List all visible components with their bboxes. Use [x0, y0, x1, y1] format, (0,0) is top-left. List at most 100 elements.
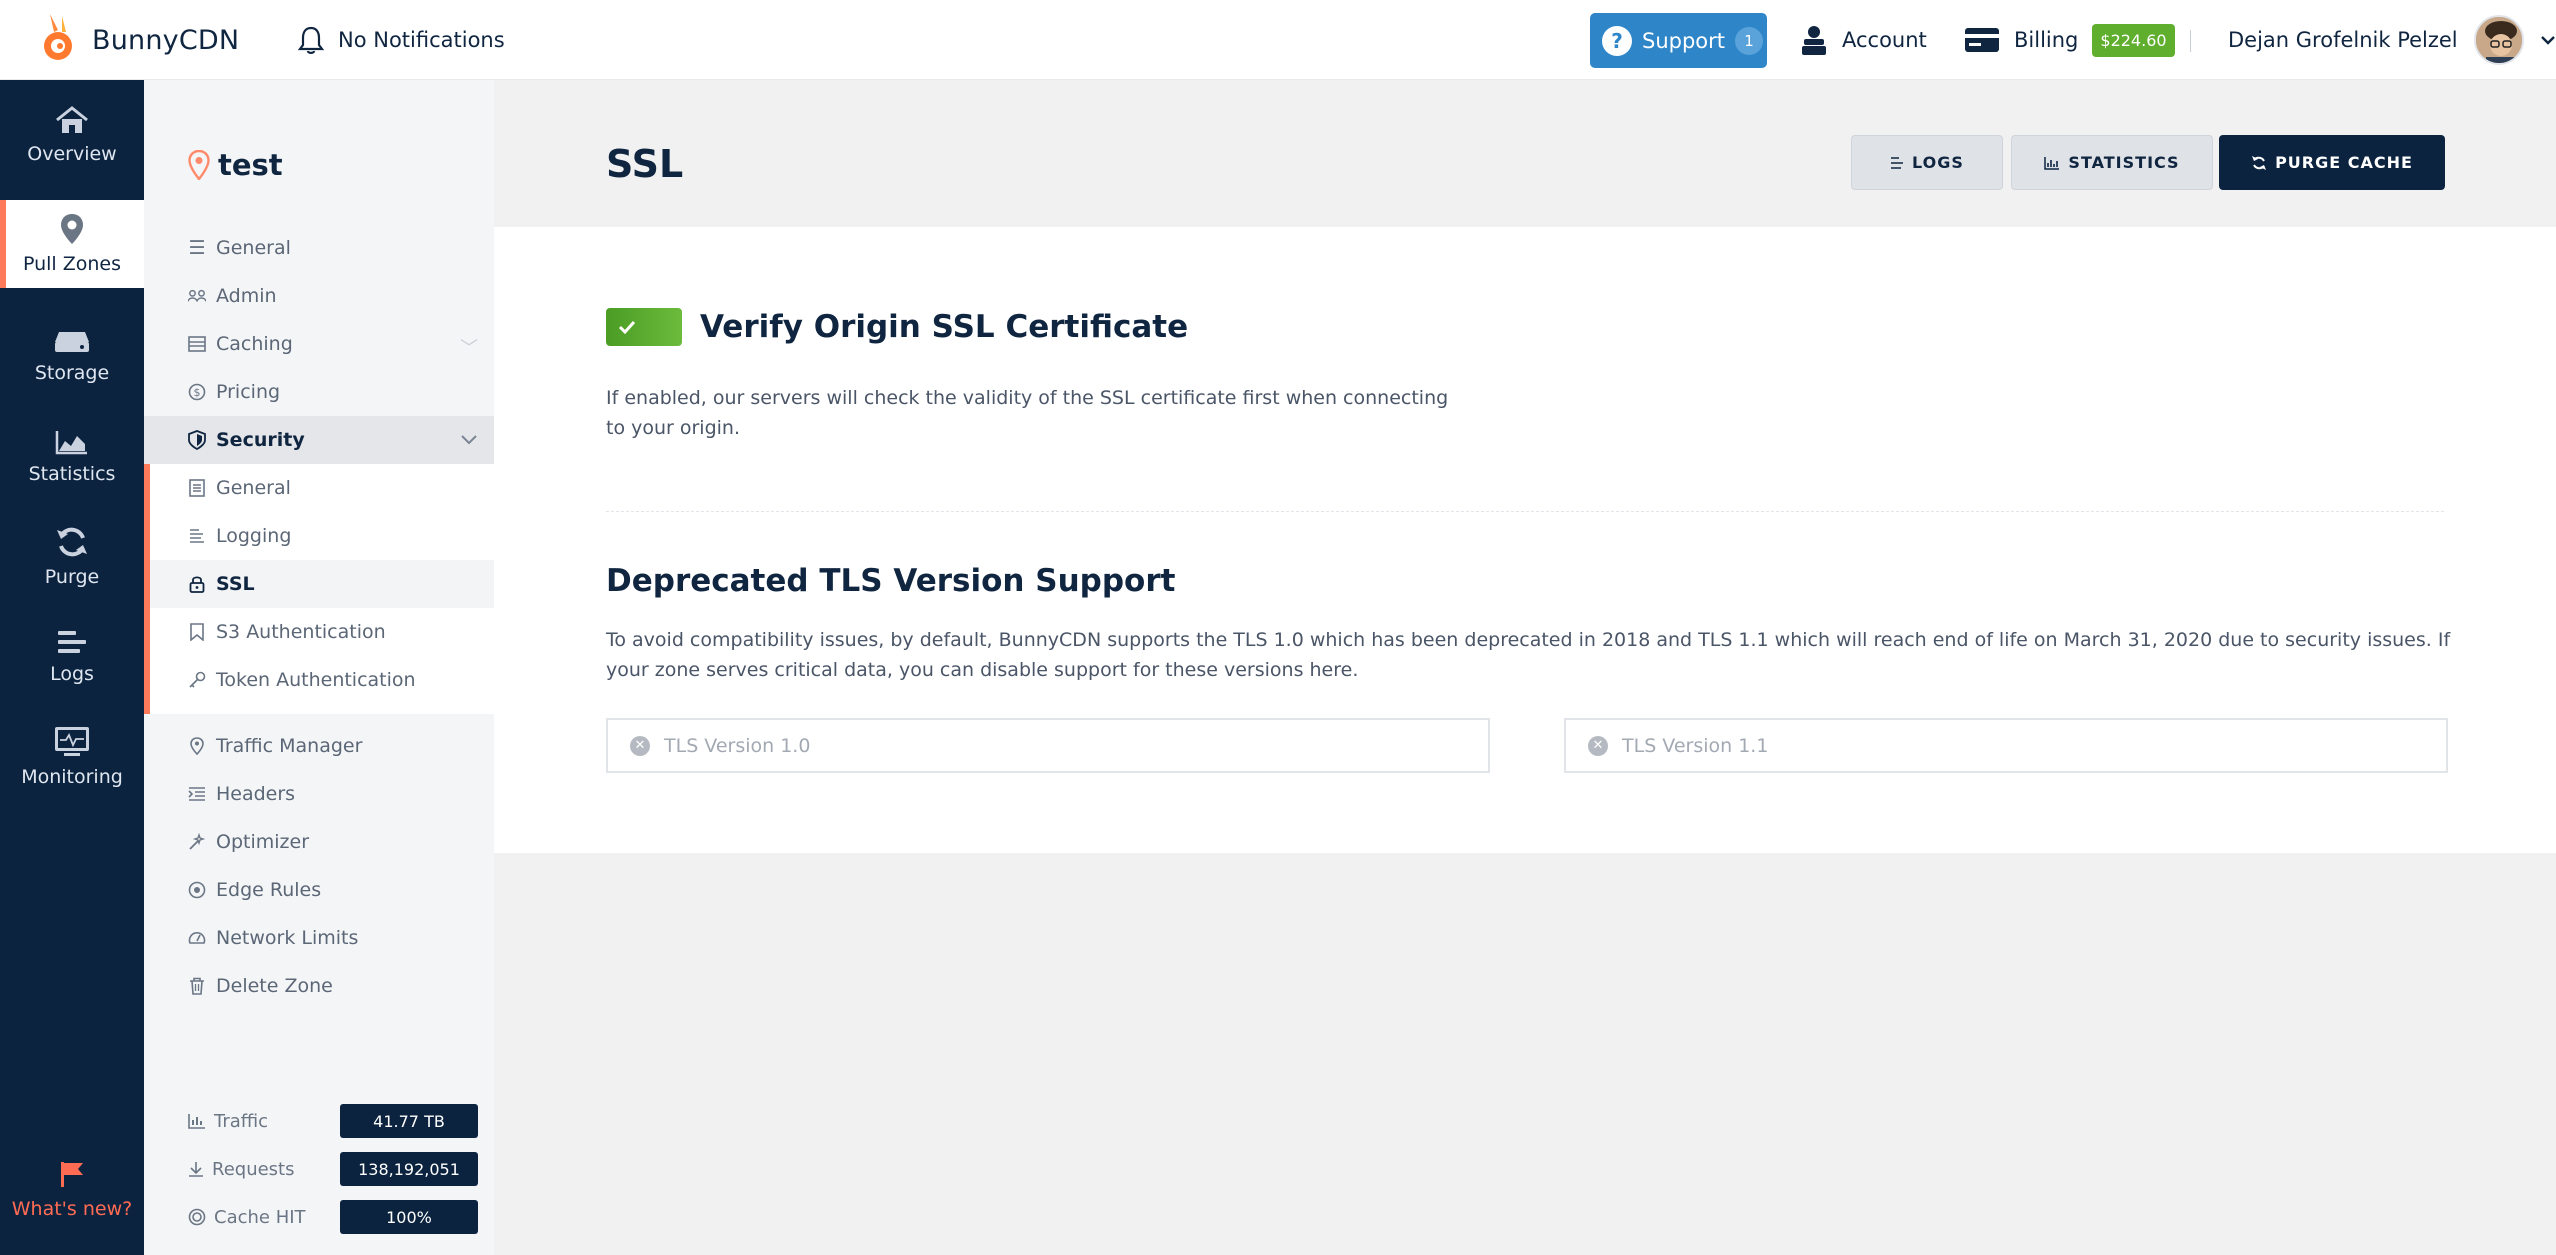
ssl-settings-panel: Verify Origin SSL Certificate If enabled…	[494, 227, 2556, 853]
checkmark-icon	[618, 320, 636, 334]
nav-overview[interactable]: Overview	[0, 90, 144, 180]
headers-icon	[188, 785, 206, 803]
notifications-label: No Notifications	[338, 28, 505, 52]
billing-link[interactable]: Billing $224.60	[1964, 20, 2175, 60]
sidebar-item-security[interactable]: Security	[144, 416, 494, 464]
sidebar-item-general[interactable]: ☰ General	[144, 224, 494, 272]
whats-new-label: What's new?	[11, 1198, 133, 1220]
deprecated-tls-description: To avoid compatibility issues, by defaul…	[606, 629, 2451, 681]
download-icon	[189, 1162, 203, 1177]
refresh-icon	[57, 527, 87, 557]
sidebar-item-label: Delete Zone	[216, 975, 333, 997]
statistics-button[interactable]: STATISTICS	[2011, 135, 2213, 190]
sidebar-item-label: Traffic Manager	[216, 735, 363, 757]
credit-card-icon	[1965, 28, 1999, 52]
sidebar-item-label: Admin	[216, 285, 277, 307]
log-icon	[188, 527, 206, 545]
purge-cache-button[interactable]: PURGE CACHE	[2219, 135, 2445, 190]
sidebar-item-label: S3 Authentication	[216, 621, 386, 643]
home-icon	[56, 106, 88, 133]
nav-storage[interactable]: Storage	[0, 312, 144, 402]
avatar	[2473, 15, 2524, 65]
support-button[interactable]: ? Support 1	[1590, 13, 1767, 68]
stat-cache-hit-value: 100%	[340, 1200, 478, 1234]
sidebar-item-ssl[interactable]: SSL	[150, 560, 494, 608]
purge-cache-button-label: PURGE CACHE	[2275, 153, 2413, 172]
sidebar-item-label: Security	[216, 429, 305, 451]
sidebar-item-s3-authentication[interactable]: S3 Authentication	[144, 608, 494, 656]
notifications[interactable]: No Notifications	[298, 20, 505, 60]
account-link[interactable]: Account	[1800, 20, 1927, 60]
topbar-divider	[2190, 30, 2191, 52]
nav-storage-label: Storage	[34, 362, 110, 384]
sidebar-item-security-general[interactable]: General	[144, 464, 494, 512]
tls-version-1-0-toggle[interactable]: ✕ TLS Version 1.0	[606, 718, 1490, 773]
nav-logs-label: Logs	[50, 663, 94, 685]
account-label: Account	[1842, 28, 1927, 52]
sidebar-item-traffic-manager[interactable]: Traffic Manager	[144, 722, 494, 770]
monitor-icon	[55, 727, 89, 756]
sidebar-item-network-limits[interactable]: Network Limits	[144, 914, 494, 962]
sidebar-item-edge-rules[interactable]: Edge Rules	[144, 866, 494, 914]
stat-requests-value: 138,192,051	[340, 1152, 478, 1186]
sidebar-item-label: Pricing	[216, 381, 281, 403]
user-name: Dejan Grofelnik Pelzel	[2228, 28, 2458, 52]
tls-version-1-1-toggle[interactable]: ✕ TLS Version 1.1	[1564, 718, 2448, 773]
nav-logs[interactable]: Logs	[0, 612, 144, 702]
sidebar-item-token-authentication[interactable]: Token Authentication	[144, 656, 494, 704]
zone-sidebar: test ☰ General Admin Caching ﹀ $ Pricing…	[144, 80, 494, 1255]
pin-icon	[188, 737, 206, 755]
stat-cache-hit-label: Cache HIT	[214, 1206, 306, 1228]
stat-traffic-label: Traffic	[214, 1110, 269, 1132]
wand-icon	[188, 833, 206, 851]
page-title: SSL	[606, 142, 684, 186]
sidebar-item-label: General	[216, 477, 291, 499]
nav-purge[interactable]: Purge	[0, 512, 144, 602]
support-count-badge: 1	[1735, 26, 1764, 55]
log-lines-icon	[58, 631, 86, 653]
verify-origin-ssl-description: If enabled, our servers will check the v…	[606, 387, 1449, 439]
sidebar-item-admin[interactable]: Admin	[144, 272, 494, 320]
gauge-icon	[188, 929, 206, 947]
sidebar-item-delete-zone[interactable]: Delete Zone	[144, 962, 494, 1010]
nav-statistics[interactable]: Statistics	[0, 412, 144, 502]
sidebar-item-label: Edge Rules	[216, 879, 322, 901]
sidebar-item-headers[interactable]: Headers	[144, 770, 494, 818]
nav-pull-zones[interactable]: Pull Zones	[0, 200, 144, 288]
deprecated-tls-title: Deprecated TLS Version Support	[606, 563, 1176, 599]
nav-pull-zones-label: Pull Zones	[22, 253, 122, 275]
close-circle-icon: ✕	[630, 735, 650, 756]
sidebar-item-label: Logging	[216, 525, 292, 547]
tls-version-1-1-label: TLS Version 1.1	[1622, 734, 1769, 757]
chevron-down-icon: ﹀	[460, 338, 478, 359]
document-icon	[188, 479, 206, 497]
verify-origin-ssl-toggle[interactable]	[606, 308, 682, 346]
main-navigation: Overview Pull Zones Storage Statistics P…	[0, 80, 144, 1255]
question-icon: ?	[1602, 25, 1632, 56]
key-icon	[188, 671, 206, 689]
user-menu[interactable]: Dejan Grofelnik Pelzel	[2228, 14, 2556, 66]
nav-statistics-label: Statistics	[28, 463, 116, 485]
bookmark-icon	[188, 623, 206, 641]
sidebar-item-pricing[interactable]: $ Pricing	[144, 368, 494, 416]
log-lines-icon	[1891, 156, 1904, 169]
user-icon	[1802, 26, 1826, 55]
whats-new-link[interactable]: What's new?	[0, 1160, 144, 1220]
refresh-icon	[2252, 155, 2267, 170]
nav-monitoring[interactable]: Monitoring	[0, 712, 144, 802]
sidebar-item-label: Token Authentication	[216, 669, 416, 691]
brand-logo[interactable]: BunnyCDN	[36, 8, 239, 72]
billing-label: Billing	[2014, 28, 2079, 52]
sidebar-item-label: Headers	[216, 783, 296, 805]
logs-button[interactable]: LOGS	[1851, 135, 2003, 190]
verify-origin-ssl-title: Verify Origin SSL Certificate	[700, 309, 1189, 345]
logs-button-label: LOGS	[1912, 153, 1964, 172]
target-icon	[188, 1208, 206, 1226]
top-bar: BunnyCDN No Notifications ? Support 1 Ac…	[0, 0, 2556, 80]
trash-icon	[188, 977, 206, 995]
sidebar-item-optimizer[interactable]: Optimizer	[144, 818, 494, 866]
sidebar-item-label: General	[216, 237, 291, 259]
sidebar-item-caching[interactable]: Caching ﹀	[144, 320, 494, 368]
area-chart-icon	[55, 431, 87, 455]
sidebar-item-logging[interactable]: Logging	[144, 512, 494, 560]
